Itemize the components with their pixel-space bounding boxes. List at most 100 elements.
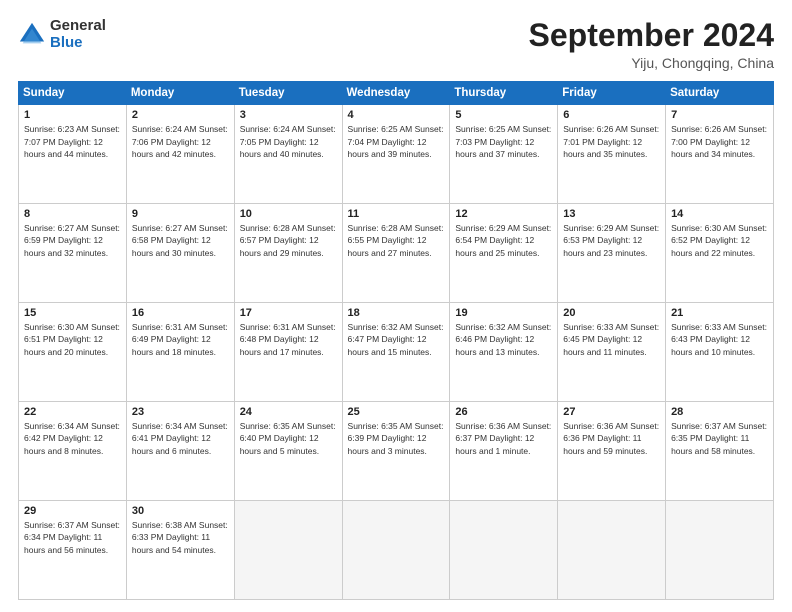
day-info: Sunrise: 6:35 AM Sunset: 6:40 PM Dayligh… — [240, 420, 337, 457]
table-row — [558, 501, 666, 600]
table-row: 11Sunrise: 6:28 AM Sunset: 6:55 PM Dayli… — [342, 204, 450, 303]
day-info: Sunrise: 6:25 AM Sunset: 7:03 PM Dayligh… — [455, 123, 552, 160]
day-number: 18 — [348, 307, 445, 319]
table-row: 16 Sunrise: 6:31 AM Sunset: 6:49 PM Dayli… — [126, 303, 234, 402]
day-info: Sunrise: 6:28 AM Sunset: 6:55 PM Dayligh… — [348, 222, 445, 259]
day-number: 1 — [24, 109, 121, 121]
day-info: Sunrise: 6:34 AM Sunset: 6:41 PM Dayligh… — [132, 420, 229, 457]
day-info: Sunrise: 6:38 AM Sunset: 6:33 PM Dayligh… — [132, 519, 229, 556]
calendar-week-1: 8Sunrise: 6:27 AM Sunset: 6:59 PM Daylig… — [19, 204, 774, 303]
page: General Blue September 2024 Yiju, Chongq… — [0, 0, 792, 612]
day-number: 22 — [24, 406, 121, 418]
day-number: 13 — [563, 208, 660, 220]
day-info: Sunrise: 6:36 AM Sunset: 6:36 PM Dayligh… — [563, 420, 660, 457]
table-row: 10 Sunrise: 6:28 AM Sunset: 6:57 PM Dayli… — [234, 204, 342, 303]
table-row: 7Sunrise: 6:26 AM Sunset: 7:00 PM Daylig… — [666, 105, 774, 204]
table-row: 25 Sunrise: 6:35 AM Sunset: 6:39 PM Dayli… — [342, 402, 450, 501]
table-row: 29Sunrise: 6:37 AM Sunset: 6:34 PM Dayli… — [19, 501, 127, 600]
day-number: 6 — [563, 109, 660, 121]
calendar-table: Sunday Monday Tuesday Wednesday Thursday… — [18, 81, 774, 600]
day-info: Sunrise: 6:37 AM Sunset: 6:35 PM Dayligh… — [671, 420, 768, 457]
table-row: 17 Sunrise: 6:31 AM Sunset: 6:48 PM Dayli… — [234, 303, 342, 402]
day-number: 25 — [348, 406, 445, 418]
day-info: Sunrise: 6:31 AM Sunset: 6:48 PM Dayligh… — [240, 321, 337, 358]
table-row: 3Sunrise: 6:24 AM Sunset: 7:05 PM Daylig… — [234, 105, 342, 204]
table-row: 8Sunrise: 6:27 AM Sunset: 6:59 PM Daylig… — [19, 204, 127, 303]
table-row — [666, 501, 774, 600]
title-month: September 2024 — [529, 18, 774, 53]
day-number: 9 — [132, 208, 229, 220]
day-info: Sunrise: 6:24 AM Sunset: 7:05 PM Dayligh… — [240, 123, 337, 160]
col-monday: Monday — [126, 82, 234, 105]
header: General Blue September 2024 Yiju, Chongq… — [18, 18, 774, 71]
day-number: 2 — [132, 109, 229, 121]
day-number: 5 — [455, 109, 552, 121]
day-number: 29 — [24, 505, 121, 517]
calendar-week-4: 29Sunrise: 6:37 AM Sunset: 6:34 PM Dayli… — [19, 501, 774, 600]
table-row: 20 Sunrise: 6:33 AM Sunset: 6:45 PM Dayli… — [558, 303, 666, 402]
table-row: 18 Sunrise: 6:32 AM Sunset: 6:47 PM Dayli… — [342, 303, 450, 402]
table-row: 28Sunrise: 6:37 AM Sunset: 6:35 PM Dayli… — [666, 402, 774, 501]
day-info: Sunrise: 6:35 AM Sunset: 6:39 PM Dayligh… — [348, 420, 445, 457]
day-number: 20 — [563, 307, 660, 319]
logo-blue-text: Blue — [50, 35, 106, 52]
table-row: 24Sunrise: 6:35 AM Sunset: 6:40 PM Dayli… — [234, 402, 342, 501]
day-info: Sunrise: 6:26 AM Sunset: 7:00 PM Dayligh… — [671, 123, 768, 160]
day-info: Sunrise: 6:29 AM Sunset: 6:54 PM Dayligh… — [455, 222, 552, 259]
day-info: Sunrise: 6:28 AM Sunset: 6:57 PM Dayligh… — [240, 222, 337, 259]
day-info: Sunrise: 6:23 AM Sunset: 7:07 PM Dayligh… — [24, 123, 121, 160]
day-number: 16 — [132, 307, 229, 319]
day-number: 27 — [563, 406, 660, 418]
table-row: 13 Sunrise: 6:29 AM Sunset: 6:53 PM Dayli… — [558, 204, 666, 303]
logo: General Blue — [18, 18, 106, 51]
day-number: 4 — [348, 109, 445, 121]
calendar-week-0: 1 Sunrise: 6:23 AM Sunset: 7:07 PM Daylig… — [19, 105, 774, 204]
day-info: Sunrise: 6:24 AM Sunset: 7:06 PM Dayligh… — [132, 123, 229, 160]
table-row: 12Sunrise: 6:29 AM Sunset: 6:54 PM Dayli… — [450, 204, 558, 303]
table-row — [234, 501, 342, 600]
table-row: 27 Sunrise: 6:36 AM Sunset: 6:36 PM Dayli… — [558, 402, 666, 501]
col-friday: Friday — [558, 82, 666, 105]
table-row: 22 Sunrise: 6:34 AM Sunset: 6:42 PM Dayli… — [19, 402, 127, 501]
table-row: 21 Sunrise: 6:33 AM Sunset: 6:43 PM Dayli… — [666, 303, 774, 402]
day-number: 21 — [671, 307, 768, 319]
day-info: Sunrise: 6:26 AM Sunset: 7:01 PM Dayligh… — [563, 123, 660, 160]
table-row: 6 Sunrise: 6:26 AM Sunset: 7:01 PM Daylig… — [558, 105, 666, 204]
calendar-week-2: 15Sunrise: 6:30 AM Sunset: 6:51 PM Dayli… — [19, 303, 774, 402]
table-row: 4 Sunrise: 6:25 AM Sunset: 7:04 PM Daylig… — [342, 105, 450, 204]
col-wednesday: Wednesday — [342, 82, 450, 105]
day-info: Sunrise: 6:25 AM Sunset: 7:04 PM Dayligh… — [348, 123, 445, 160]
table-row — [342, 501, 450, 600]
col-tuesday: Tuesday — [234, 82, 342, 105]
day-info: Sunrise: 6:33 AM Sunset: 6:45 PM Dayligh… — [563, 321, 660, 358]
day-info: Sunrise: 6:30 AM Sunset: 6:51 PM Dayligh… — [24, 321, 121, 358]
day-info: Sunrise: 6:34 AM Sunset: 6:42 PM Dayligh… — [24, 420, 121, 457]
logo-icon — [18, 21, 46, 49]
day-number: 10 — [240, 208, 337, 220]
day-info: Sunrise: 6:27 AM Sunset: 6:59 PM Dayligh… — [24, 222, 121, 259]
day-number: 19 — [455, 307, 552, 319]
day-info: Sunrise: 6:29 AM Sunset: 6:53 PM Dayligh… — [563, 222, 660, 259]
title-block: September 2024 Yiju, Chongqing, China — [529, 18, 774, 71]
day-info: Sunrise: 6:31 AM Sunset: 6:49 PM Dayligh… — [132, 321, 229, 358]
day-number: 14 — [671, 208, 768, 220]
col-saturday: Saturday — [666, 82, 774, 105]
day-number: 26 — [455, 406, 552, 418]
table-row: 26Sunrise: 6:36 AM Sunset: 6:37 PM Dayli… — [450, 402, 558, 501]
day-info: Sunrise: 6:33 AM Sunset: 6:43 PM Dayligh… — [671, 321, 768, 358]
table-row: 2 Sunrise: 6:24 AM Sunset: 7:06 PM Daylig… — [126, 105, 234, 204]
table-row: 30 Sunrise: 6:38 AM Sunset: 6:33 PM Dayli… — [126, 501, 234, 600]
table-row: 23 Sunrise: 6:34 AM Sunset: 6:41 PM Dayli… — [126, 402, 234, 501]
day-number: 17 — [240, 307, 337, 319]
day-info: Sunrise: 6:27 AM Sunset: 6:58 PM Dayligh… — [132, 222, 229, 259]
logo-general-text: General — [50, 18, 106, 35]
title-location: Yiju, Chongqing, China — [529, 55, 774, 71]
day-info: Sunrise: 6:32 AM Sunset: 6:47 PM Dayligh… — [348, 321, 445, 358]
table-row: 5 Sunrise: 6:25 AM Sunset: 7:03 PM Daylig… — [450, 105, 558, 204]
table-row — [450, 501, 558, 600]
day-number: 23 — [132, 406, 229, 418]
col-sunday: Sunday — [19, 82, 127, 105]
logo-text: General Blue — [50, 18, 106, 51]
day-number: 30 — [132, 505, 229, 517]
table-row: 15Sunrise: 6:30 AM Sunset: 6:51 PM Dayli… — [19, 303, 127, 402]
